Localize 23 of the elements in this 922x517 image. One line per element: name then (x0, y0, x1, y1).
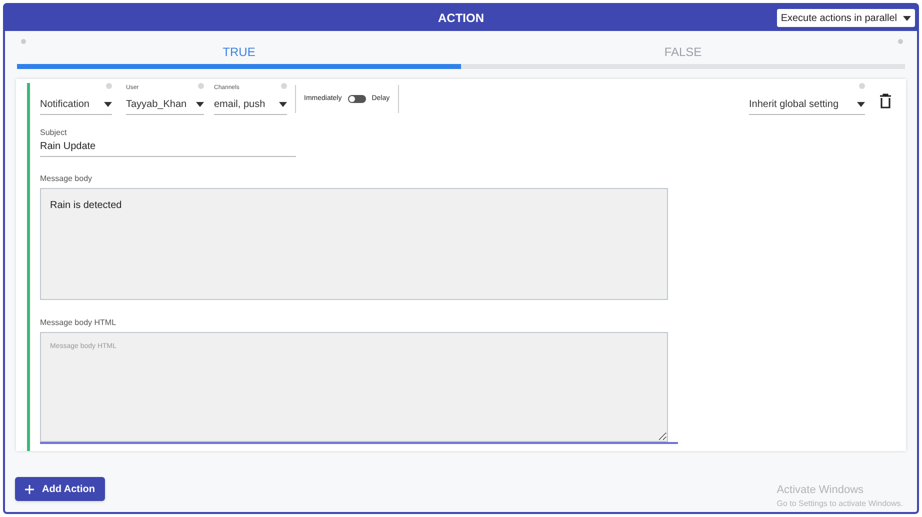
tab[interactable]: TRUE (17, 39, 461, 64)
subject-field[interactable]: Rain Update (40, 139, 296, 157)
header-title: ACTION (438, 10, 484, 27)
dropdown[interactable]: email, push (214, 97, 287, 115)
trash-icon[interactable] (879, 93, 892, 109)
add-action-button[interactable]: Add Action (15, 477, 105, 501)
field-label: Message body (40, 173, 94, 185)
message-body-field[interactable]: Rain is detected (40, 188, 668, 300)
dropdown[interactable]: Tayyab_Khan (126, 97, 204, 115)
dropdown[interactable]: Inherit global setting (749, 97, 865, 115)
toggle-switch[interactable] (348, 95, 366, 103)
field-label: Message body HTML (40, 317, 118, 329)
caret-icon (903, 16, 911, 20)
plus-icon (25, 484, 34, 494)
mode-dropdown[interactable]: Execute actions in parallel (776, 9, 915, 27)
caret-icon (104, 102, 112, 107)
field-label: Subject (40, 127, 68, 139)
caret-icon (857, 102, 865, 107)
caret-icon (279, 102, 287, 107)
dropdown[interactable]: Notification (40, 97, 112, 115)
activation-notice-text: Go to Settings to activate Windows. (776, 498, 903, 510)
caret-icon (196, 102, 204, 107)
activation-notice-title: Activate Windows (776, 482, 865, 498)
